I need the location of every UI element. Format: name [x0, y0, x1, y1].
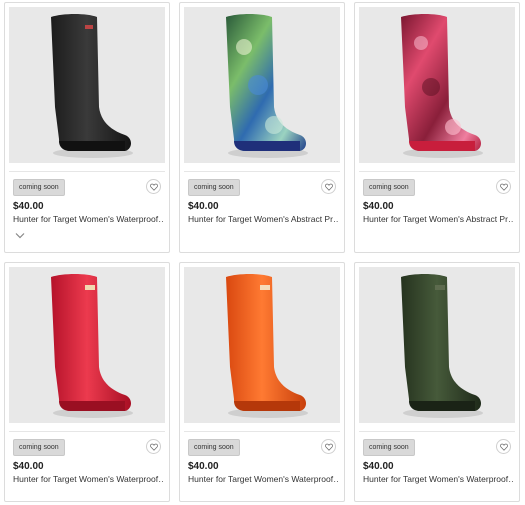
favorite-button[interactable]: [146, 179, 161, 194]
card-divider: [9, 171, 165, 172]
heart-outline-icon: [150, 443, 158, 451]
product-card[interactable]: coming soon $40.00 Hunter for Target Wom…: [179, 262, 345, 502]
heart-outline-icon: [325, 183, 333, 191]
product-title[interactable]: Hunter for Target Women's Waterproof…: [13, 214, 163, 224]
product-image[interactable]: [9, 7, 165, 163]
coming-soon-badge: coming soon: [188, 179, 240, 196]
favorite-button[interactable]: [146, 439, 161, 454]
product-card[interactable]: coming soon $40.00 Hunter for Target Wom…: [4, 2, 170, 253]
card-divider: [359, 431, 515, 432]
heart-outline-icon: [150, 183, 158, 191]
coming-soon-badge: coming soon: [363, 439, 415, 456]
heart-outline-icon: [325, 443, 333, 451]
favorite-button[interactable]: [321, 439, 336, 454]
product-image[interactable]: [359, 267, 515, 423]
product-title[interactable]: Hunter for Target Women's Waterproof…: [363, 474, 513, 484]
product-title[interactable]: Hunter for Target Women's Abstract Pr…: [363, 214, 513, 224]
product-card[interactable]: coming soon $40.00 Hunter for Target Wom…: [179, 2, 345, 253]
product-image[interactable]: [184, 267, 340, 423]
card-divider: [184, 171, 340, 172]
product-title[interactable]: Hunter for Target Women's Abstract Pr…: [188, 214, 338, 224]
card-divider: [184, 431, 340, 432]
coming-soon-badge: coming soon: [188, 439, 240, 456]
product-price: $40.00: [363, 461, 394, 472]
favorite-button[interactable]: [496, 439, 511, 454]
product-title[interactable]: Hunter for Target Women's Waterproof…: [188, 474, 338, 484]
product-price: $40.00: [13, 461, 44, 472]
product-image[interactable]: [9, 267, 165, 423]
chevron-down-icon[interactable]: [15, 232, 25, 239]
product-price: $40.00: [188, 461, 219, 472]
favorite-button[interactable]: [496, 179, 511, 194]
coming-soon-badge: coming soon: [13, 179, 65, 196]
product-price: $40.00: [188, 201, 219, 212]
heart-outline-icon: [500, 443, 508, 451]
heart-outline-icon: [500, 183, 508, 191]
product-card[interactable]: coming soon $40.00 Hunter for Target Wom…: [354, 262, 520, 502]
card-divider: [359, 171, 515, 172]
product-price: $40.00: [363, 201, 394, 212]
coming-soon-badge: coming soon: [363, 179, 415, 196]
favorite-button[interactable]: [321, 179, 336, 194]
product-image[interactable]: [359, 7, 515, 163]
coming-soon-badge: coming soon: [13, 439, 65, 456]
product-price: $40.00: [13, 201, 44, 212]
product-title[interactable]: Hunter for Target Women's Waterproof…: [13, 474, 163, 484]
product-image[interactable]: [184, 7, 340, 163]
product-card[interactable]: coming soon $40.00 Hunter for Target Wom…: [354, 2, 520, 253]
card-divider: [9, 431, 165, 432]
product-card[interactable]: coming soon $40.00 Hunter for Target Wom…: [4, 262, 170, 502]
